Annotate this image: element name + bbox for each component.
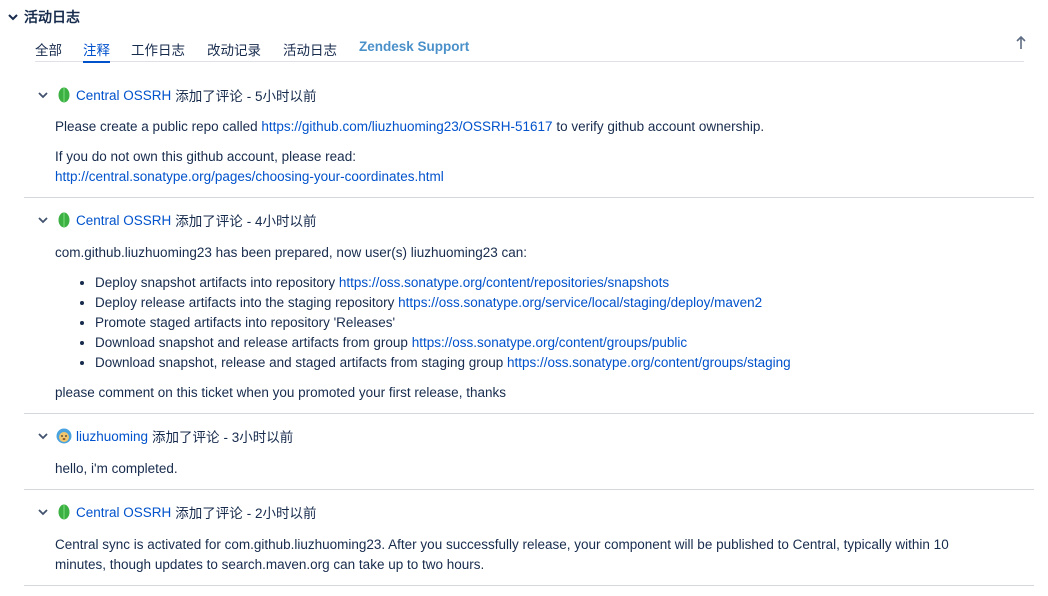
comment-action: 添加了评论 [175, 89, 243, 104]
comment-paragraph: Please create a public repo called https… [55, 117, 764, 137]
coordinates-link[interactable]: http://central.sonatype.org/pages/choosi… [55, 169, 444, 184]
comment-header: Central OSSRH 添加了评论 - 2小时以前 [37, 503, 317, 521]
author-link[interactable]: Central OSSRH [76, 88, 171, 103]
list-item: Promote staged artifacts into repository… [95, 313, 791, 333]
chevron-down-icon[interactable] [6, 10, 20, 24]
staging-group-link[interactable]: https://oss.sonatype.org/content/groups/… [507, 355, 791, 370]
comment-header: liuzhuoming 添加了评论 - 3小时以前 [37, 427, 293, 445]
activity-section-header[interactable]: 活动日志 [6, 8, 80, 26]
comment-outro: please comment on this ticket when you p… [55, 385, 506, 400]
comment-item: Central OSSRH 添加了评论 - 2小时以前 Central sync… [24, 489, 1034, 586]
snapshots-link[interactable]: https://oss.sonatype.org/content/reposit… [339, 275, 669, 290]
avatar-leaf-icon [58, 87, 70, 103]
comment-paragraph: If you do not own this github account, p… [55, 147, 444, 187]
list-item: Deploy release artifacts into the stagin… [95, 293, 791, 313]
avatar-leaf-icon [58, 504, 70, 520]
comment-header: Central OSSRH 添加了评论 - 4小时以前 [37, 211, 317, 229]
comment-text: hello, i'm completed. [55, 461, 178, 476]
comment-action: 添加了评论 [175, 506, 243, 521]
comment-item: liuzhuoming 添加了评论 - 3小时以前 hello, i'm com… [24, 413, 1034, 490]
tab-bar: 全部 注释 工作日志 改动记录 活动日志 Zendesk Support [35, 37, 1024, 63]
author-link[interactable]: Central OSSRH [76, 505, 171, 520]
staging-deploy-link[interactable]: https://oss.sonatype.org/service/local/s… [398, 295, 762, 310]
comment-text: If you do not own this github account, p… [55, 149, 356, 164]
comment-intro: com.github.liuzhuoming23 has been prepar… [55, 245, 528, 260]
list-item: Download snapshot, release and staged ar… [95, 353, 791, 373]
arrow-up-icon[interactable] [1014, 35, 1028, 51]
comment-time: - 4小时以前 [246, 214, 317, 229]
comment-action: 添加了评论 [152, 430, 220, 445]
tab-worklog[interactable]: 工作日志 [131, 39, 185, 59]
author-link[interactable]: liuzhuoming [76, 429, 148, 444]
comment-time: - 2小时以前 [246, 506, 317, 521]
tab-history[interactable]: 改动记录 [207, 39, 261, 59]
author-link[interactable]: Central OSSRH [76, 213, 171, 228]
chevron-down-icon[interactable] [37, 506, 49, 518]
comment-item: Central OSSRH 添加了评论 - 4小时以前 com.github.l… [24, 197, 1034, 414]
comment-text: Central sync is activated for com.github… [55, 537, 949, 572]
comment-text: to verify github account ownership. [552, 119, 765, 134]
comment-time: - 3小时以前 [223, 430, 294, 445]
comment-time: - 5小时以前 [246, 89, 317, 104]
repo-link[interactable]: https://github.com/liuzhuoming23/OSSRH-5… [261, 119, 552, 134]
comment-text: Please create a public repo called [55, 119, 262, 134]
list-item: Download snapshot and release artifacts … [95, 333, 791, 353]
permission-list: Deploy snapshot artifacts into repositor… [55, 273, 791, 373]
public-group-link[interactable]: https://oss.sonatype.org/content/groups/… [412, 335, 687, 350]
chevron-down-icon[interactable] [37, 430, 49, 442]
chevron-down-icon[interactable] [37, 89, 49, 101]
list-item: Deploy snapshot artifacts into repositor… [95, 273, 791, 293]
tab-comments[interactable]: 注释 [83, 39, 110, 63]
chevron-down-icon[interactable] [37, 214, 49, 226]
comment-item: Central OSSRH 添加了评论 - 5小时以前 Please creat… [24, 80, 1034, 198]
section-title: 活动日志 [24, 9, 80, 25]
comment-header: Central OSSRH 添加了评论 - 5小时以前 [37, 86, 317, 104]
tab-activity[interactable]: 活动日志 [283, 39, 337, 59]
comment-action: 添加了评论 [175, 214, 243, 229]
avatar-leaf-icon [58, 212, 70, 228]
avatar-dog-icon [56, 428, 72, 444]
tab-all[interactable]: 全部 [35, 39, 62, 59]
tab-zendesk-support[interactable]: Zendesk Support [359, 39, 469, 54]
